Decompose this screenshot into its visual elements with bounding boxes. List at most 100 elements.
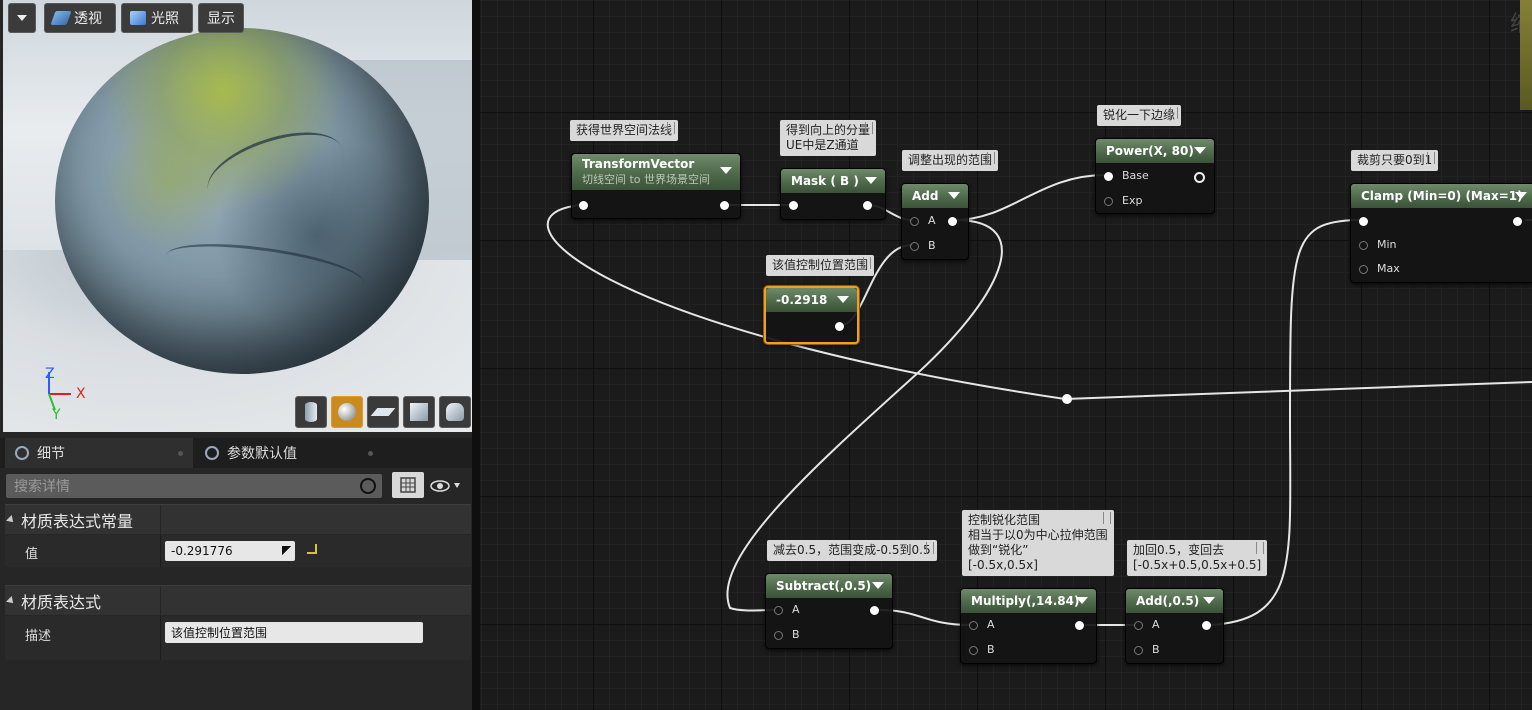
node-transform-vector[interactable]: TransformVector 切线空间 to 世界场景空间	[571, 153, 741, 219]
preview-cube-button[interactable]	[403, 396, 435, 428]
input-pin-max[interactable]	[1359, 265, 1368, 274]
input-pin-b[interactable]	[1134, 646, 1143, 655]
plane-icon	[370, 408, 396, 416]
property-row-description: 描述 该值控制位置范围	[5, 616, 471, 660]
property-matrix-button[interactable]	[392, 472, 424, 498]
comment-add2: 加回0.5，变回去 [-0.5x+0.5,0.5x+0.5]	[1127, 540, 1268, 576]
drag-handle-icon[interactable]	[282, 546, 291, 555]
output-pin[interactable]	[1202, 621, 1211, 630]
close-tab-icon[interactable]	[368, 451, 373, 456]
input-pin-a[interactable]	[774, 606, 783, 615]
comment-multiply: 控制锐化范围 相当于以0为中心拉伸范围 做到“锐化” [-0.5x,0.5x]	[962, 510, 1114, 576]
axis-gizmo: Z X Y	[45, 366, 86, 421]
crack-detail	[162, 234, 368, 305]
collapse-arrow-icon[interactable]	[948, 192, 960, 199]
preview-plane-button[interactable]	[367, 396, 399, 428]
input-pin-min[interactable]	[1359, 241, 1368, 250]
output-pin[interactable]	[1194, 172, 1205, 183]
node-subtract[interactable]: Subtract(,0.5) A B	[765, 573, 893, 649]
pin-comment-icon[interactable]	[1427, 152, 1436, 164]
node-power[interactable]: Power(X, 80) Base Exp	[1095, 138, 1215, 214]
grid-icon	[400, 477, 416, 493]
pin-comment-icon[interactable]	[1256, 542, 1265, 554]
input-pin[interactable]	[1359, 217, 1368, 226]
output-pin[interactable]	[720, 201, 729, 210]
section-material-expression-constant[interactable]: 材质表达式常量	[5, 504, 471, 535]
input-pin-a[interactable]	[1134, 621, 1143, 630]
perspective-icon	[50, 11, 72, 25]
comment-add: 调整出现的范围	[902, 150, 999, 171]
collapse-arrow-icon[interactable]	[1076, 597, 1088, 604]
input-pin-b[interactable]	[910, 242, 919, 251]
node-add-half[interactable]: Add(,0.5) A B	[1125, 588, 1224, 664]
input-pin-b[interactable]	[774, 631, 783, 640]
preview-sphere-button[interactable]	[331, 396, 363, 428]
lighting-button[interactable]: 光照	[121, 3, 193, 33]
collapse-arrow-icon[interactable]	[872, 582, 884, 589]
node-constant[interactable]: -0.2918	[764, 286, 859, 344]
tab-parameter-defaults[interactable]: 参数默认值	[195, 438, 383, 468]
collapse-arrow-icon[interactable]	[837, 296, 849, 303]
section-material-expression[interactable]: 材质表达式	[5, 585, 471, 616]
left-panel: 透视 光照 显示 Z X Y 细节 参数默认值 搜索详情 材质表达式常量 值 -…	[0, 0, 478, 710]
comment-mask: 得到向上的分量 UE中是Z通道	[780, 120, 877, 156]
search-icon[interactable]	[360, 478, 376, 494]
pin-comment-icon[interactable]	[1170, 107, 1179, 119]
collapse-arrow-icon[interactable]	[1194, 147, 1206, 154]
pin-comment-icon[interactable]	[863, 257, 872, 269]
input-pin-a[interactable]	[910, 217, 919, 226]
node-clamp[interactable]: Clamp (Min=0) (Max=1) Min Max	[1350, 183, 1532, 283]
visibility-options-button[interactable]	[430, 478, 466, 494]
preview-custom-mesh-button[interactable]	[439, 396, 471, 428]
input-pin[interactable]	[789, 201, 798, 210]
input-pin-base[interactable]	[1104, 172, 1113, 181]
material-graph-canvas[interactable]: 缩 获得世界空间法线 得到向上的分量UE中是Z通道 调整出现的范围 该值控制位置…	[480, 0, 1532, 710]
collapse-arrow-icon[interactable]	[865, 177, 877, 184]
value-field[interactable]: -0.291776	[165, 541, 295, 561]
input-pin-b[interactable]	[969, 646, 978, 655]
reset-to-default-icon[interactable]	[307, 544, 317, 554]
details-tab-bar: 细节 参数默认值	[0, 438, 478, 468]
output-pin[interactable]	[835, 322, 844, 331]
search-details-input[interactable]: 搜索详情	[6, 474, 382, 498]
viewport-options-button[interactable]	[8, 3, 36, 33]
comment-transform: 获得世界空间法线	[570, 120, 679, 141]
close-tab-icon[interactable]	[178, 451, 183, 456]
perspective-button[interactable]: 透视	[44, 3, 116, 33]
axis-y-label: Y	[51, 407, 61, 421]
input-pin-a[interactable]	[969, 621, 978, 630]
pin-comment-icon[interactable]	[865, 122, 874, 134]
output-pin[interactable]	[948, 217, 957, 226]
material-preview-viewport[interactable]: 透视 光照 显示 Z X Y	[3, 0, 472, 432]
pin-comment-icon[interactable]	[925, 542, 934, 554]
node-add[interactable]: Add A B	[901, 183, 969, 260]
input-pin[interactable]	[579, 201, 588, 210]
comment-power: 锐化一下边缘	[1097, 105, 1182, 126]
collapse-arrow-icon	[6, 595, 16, 606]
output-pin[interactable]	[1075, 621, 1084, 630]
node-mask[interactable]: Mask ( B )	[780, 168, 886, 220]
preview-cylinder-button[interactable]	[295, 396, 327, 428]
collapse-arrow-icon[interactable]	[720, 167, 732, 174]
info-search-icon	[205, 446, 219, 460]
pin-comment-icon[interactable]	[1102, 512, 1111, 524]
reroute-node[interactable]	[1062, 394, 1072, 404]
output-pin[interactable]	[1513, 217, 1522, 226]
crack-detail	[198, 117, 352, 222]
lit-cube-icon	[130, 11, 146, 25]
pin-comment-icon[interactable]	[667, 122, 676, 134]
collapse-arrow-icon[interactable]	[1203, 597, 1215, 604]
output-pin[interactable]	[863, 201, 872, 210]
cylinder-icon	[305, 402, 317, 422]
pin-comment-icon[interactable]	[987, 152, 996, 164]
sphere-icon	[338, 403, 356, 421]
collapse-arrow-icon[interactable]	[1515, 192, 1527, 199]
show-button[interactable]: 显示	[198, 3, 244, 33]
input-pin-exp[interactable]	[1104, 197, 1113, 206]
description-field[interactable]: 该值控制位置范围	[165, 622, 423, 643]
tab-details[interactable]: 细节	[5, 438, 193, 468]
panel-splitter[interactable]	[472, 0, 480, 710]
output-pin[interactable]	[870, 606, 879, 615]
node-multiply[interactable]: Multiply(,14.84) A B	[960, 588, 1097, 664]
collapse-arrow-icon	[6, 514, 16, 525]
